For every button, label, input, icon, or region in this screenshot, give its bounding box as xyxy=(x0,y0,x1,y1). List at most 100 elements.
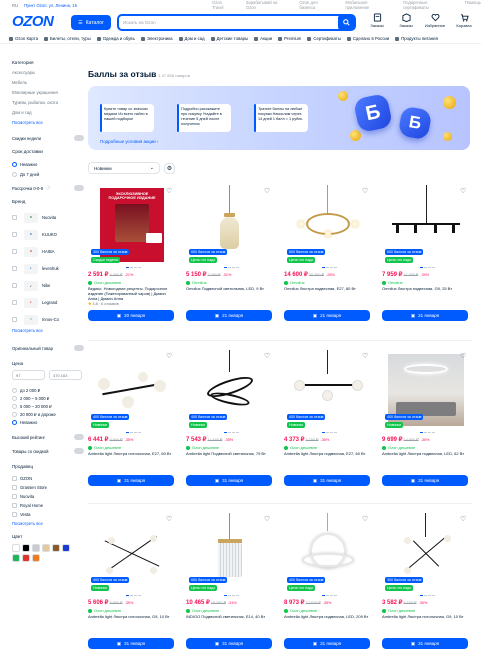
color-swatch[interactable] xyxy=(32,554,40,562)
price-option[interactable]: 5 000 – 20 000 ₽ xyxy=(12,402,84,410)
promo-banner[interactable]: Купите товар со значком медали Из всего … xyxy=(88,86,470,150)
heart-icon[interactable]: ♡ xyxy=(166,353,173,360)
price-option[interactable]: до 2 000 ₽ xyxy=(12,386,84,394)
favorites-button[interactable]: Избранное xyxy=(425,13,445,28)
brand-option[interactable]: L Legrand xyxy=(12,294,84,311)
heart-icon[interactable]: ♡ xyxy=(166,188,173,195)
category-link[interactable]: Аксессуары xyxy=(12,70,84,75)
product-card[interactable]: ♡ 400 баллов за отзыв Новинки 4 373 ₽6 7… xyxy=(284,350,372,500)
delivery-date-button[interactable]: ▣ 31 января xyxy=(186,475,272,486)
brand-option[interactable]: N Nuovita xyxy=(12,209,84,226)
top-link[interactable]: Подарочные сертификаты xyxy=(403,0,453,10)
product-image[interactable]: ♡ 600 баллов за отзыв Цена что надо xyxy=(284,185,372,265)
heart-icon[interactable]: ♡ xyxy=(362,353,369,360)
weekly-discount-toggle[interactable] xyxy=(74,135,84,141)
price-option[interactable]: Неважно xyxy=(12,418,84,426)
language-switch[interactable]: RU xyxy=(12,3,18,8)
nav-item[interactable]: Сертификаты xyxy=(307,36,341,41)
product-image[interactable]: ЭКСКЛЮЗИВНОЕ ПОДАРОЧНОЕ ИЗДАНИЕ ♡ 300 бал… xyxy=(88,185,176,265)
show-all-brands[interactable]: Посмотреть все xyxy=(12,328,84,333)
delivery-date-button[interactable]: ▣ 21 января xyxy=(382,310,468,321)
heart-icon[interactable]: ♡ xyxy=(264,516,271,523)
delivery-date-button[interactable]: ▣ 31 января xyxy=(88,475,174,486)
delivery-option[interactable]: Неважно xyxy=(12,159,84,169)
product-image[interactable]: ♡ 400 баллов за отзыв Новинки xyxy=(88,350,176,430)
color-swatch[interactable] xyxy=(12,554,20,562)
cart-button[interactable]: Корзина xyxy=(456,13,472,28)
product-image[interactable]: ♡ 600 баллов за отзыв Цена что надо xyxy=(186,185,274,265)
top-link[interactable]: Мобильное приложение xyxy=(345,0,391,10)
brand-option[interactable]: K KUUKO xyxy=(12,226,84,243)
product-name[interactable]: Ambrella light Люстра подвесная, E27, 60… xyxy=(284,451,370,456)
product-card[interactable]: ЭКСКЛЮЗИВНОЕ ПОДАРОЧНОЕ ИЗДАНИЕ ♡ 300 бал… xyxy=(88,185,176,335)
nav-item[interactable]: Электроника xyxy=(140,36,173,41)
seller-option[interactable]: Grassen Store xyxy=(12,483,84,492)
nav-item[interactable]: Детские товары xyxy=(210,36,248,41)
product-card[interactable]: ♡ 600 баллов за отзыв Цена что надо 14 6… xyxy=(284,185,372,335)
seller-option[interactable]: Vesta xyxy=(12,510,84,519)
product-image[interactable]: ♡ 400 баллов за отзыв Новинки xyxy=(382,350,470,430)
category-link[interactable]: Мебель xyxy=(12,80,84,85)
product-card[interactable]: ♡ 400 баллов за отзыв Цена что надо 8 97… xyxy=(284,513,372,663)
delivery-date-button[interactable]: ▣ 21 января xyxy=(284,310,370,321)
delivery-date-button[interactable]: ▣ 31 января xyxy=(284,638,370,649)
product-card[interactable]: ♡ 400 баллов за отзыв Новинки 7 543 ₽11 … xyxy=(186,350,274,500)
heart-icon[interactable]: ♡ xyxy=(460,516,467,523)
heart-icon[interactable]: ♡ xyxy=(264,353,271,360)
high-rating-toggle[interactable] xyxy=(74,434,84,440)
image-pager[interactable] xyxy=(224,432,239,433)
product-card[interactable]: ♡ 600 баллов за отзыв Цена что надо 10 4… xyxy=(186,513,274,663)
nav-item[interactable]: Одежда и обувь xyxy=(96,36,135,41)
image-pager[interactable] xyxy=(224,595,239,596)
color-swatch[interactable] xyxy=(42,544,50,552)
nav-item[interactable]: Premium xyxy=(278,36,301,41)
nav-item[interactable]: Билеты, отели, туры xyxy=(43,36,91,41)
delivery-date-button[interactable]: ▣ 21 января xyxy=(186,310,272,321)
color-swatch[interactable] xyxy=(12,544,20,552)
heart-icon[interactable]: ♡ xyxy=(460,353,467,360)
product-name[interactable]: Ambrella light Люстра подвесная, LED, 62… xyxy=(382,451,468,456)
heart-icon[interactable]: ♡ xyxy=(264,188,271,195)
product-image[interactable]: ♡ 400 баллов за отзыв Новинки xyxy=(186,350,274,430)
image-pager[interactable] xyxy=(322,432,337,433)
category-link[interactable]: Туризм, рыбалка, охота xyxy=(12,100,84,105)
delivery-date-button[interactable]: ▣ 31 января xyxy=(186,638,272,649)
orders-button[interactable]: Заказы xyxy=(369,13,385,28)
pickup-location[interactable]: Пункт Ozon: ул. Ленина, 15 xyxy=(24,3,77,8)
image-pager[interactable] xyxy=(126,267,141,268)
nav-item[interactable]: Продукты питания xyxy=(395,36,438,41)
nav-item[interactable]: Акции xyxy=(254,36,272,41)
product-image[interactable]: ♡ 400 баллов за отзыв Новинки xyxy=(88,513,176,593)
product-card[interactable]: ♡ 400 баллов за отзыв Новинки 9 699 ₽14 … xyxy=(382,350,470,500)
product-name[interactable]: Ambrella light Люстра потолочная, G9, 10… xyxy=(88,614,174,619)
show-all-sellers[interactable]: Посмотреть все xyxy=(12,521,84,526)
brand-option[interactable]: ✓ Nike xyxy=(12,277,84,294)
product-name[interactable]: Omnilux Подвесной светильник, LED, 9 Вт xyxy=(186,286,272,291)
nav-item[interactable]: Дом и сад xyxy=(178,36,205,41)
product-name[interactable]: Omnilux Люстра подвесная, G9, 25 Вт xyxy=(382,286,468,291)
color-swatch[interactable] xyxy=(62,544,70,552)
product-name[interactable]: Ambrella light Люстра подвесная, LED, 20… xyxy=(284,614,370,619)
delivery-date-button[interactable]: ▣ 20 января xyxy=(88,310,174,321)
brand-option[interactable]: I Innov-Co xyxy=(12,311,84,328)
installment-toggle[interactable] xyxy=(74,185,84,191)
top-link[interactable]: Ozon для бизнеса xyxy=(299,0,333,10)
image-pager[interactable] xyxy=(126,595,141,596)
image-pager[interactable] xyxy=(322,267,337,268)
heart-icon[interactable]: ♡ xyxy=(460,188,467,195)
seller-option[interactable]: Royal Home xyxy=(12,501,84,510)
color-swatch[interactable] xyxy=(32,544,40,552)
product-image[interactable]: ♡ 400 баллов за отзыв Новинки xyxy=(284,350,372,430)
product-card[interactable]: ♡ 300 баллов за отзыв Цена что надо 3 58… xyxy=(382,513,470,663)
search-button[interactable] xyxy=(338,15,355,30)
image-pager[interactable] xyxy=(420,267,435,268)
price-option[interactable]: 20 000 ₽ и дороже xyxy=(12,410,84,418)
returns-button[interactable]: Заказы xyxy=(398,13,414,28)
heart-icon[interactable]: ♡ xyxy=(362,516,369,523)
product-name[interactable]: Ambrella light Люстра потолочная, E27, 6… xyxy=(88,451,174,456)
delivery-date-button[interactable]: ▣ 31 января xyxy=(88,638,174,649)
image-pager[interactable] xyxy=(420,432,435,433)
nav-item[interactable]: Сделано в России xyxy=(346,36,389,41)
image-pager[interactable] xyxy=(420,595,435,596)
heart-icon[interactable]: ♡ xyxy=(362,188,369,195)
